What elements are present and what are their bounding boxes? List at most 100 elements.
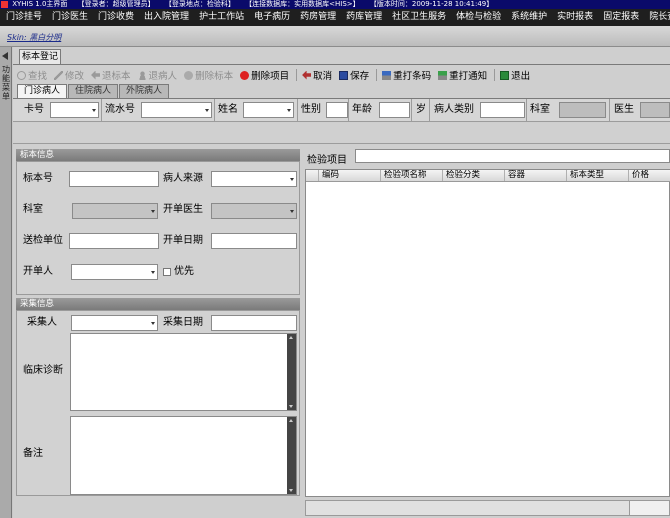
search-button[interactable]: 查找 [17, 68, 47, 82]
delete-circle-icon [184, 70, 194, 80]
menu-item-admission[interactable]: 出入院管理 [139, 9, 194, 26]
specimen-no-label: 标本号 [23, 173, 53, 184]
tab-outpatient[interactable]: 门诊病人 [17, 84, 68, 98]
chevron-down-icon [205, 109, 209, 112]
chevron-down-icon [151, 210, 155, 213]
chevron-down-icon [290, 210, 294, 213]
printer-icon [382, 70, 392, 80]
gender-input[interactable] [326, 102, 348, 118]
delete-red-icon [240, 70, 250, 80]
return-arrow-icon [91, 70, 101, 80]
tab-divider [13, 64, 670, 65]
ordering-person-select[interactable] [71, 264, 158, 280]
left-function-strip[interactable]: 功能菜单 [0, 47, 12, 518]
patient-source-select[interactable] [211, 171, 297, 187]
return-patient-button[interactable]: 退病人 [137, 68, 177, 82]
cancel-button[interactable]: 取消 [296, 68, 332, 82]
collector-label: 采集人 [27, 317, 57, 328]
app-icon [1, 1, 8, 8]
dept-input [559, 102, 606, 118]
pencil-icon [54, 70, 64, 80]
grid-footer-total-cell [629, 501, 669, 515]
age-unit-label: 岁 [416, 104, 426, 115]
clinical-diagnosis-textarea[interactable] [70, 333, 297, 411]
tab-specimen-registration[interactable]: 标本登记 [19, 49, 61, 65]
scrollbar[interactable] [287, 334, 296, 410]
skin-label[interactable]: Skin: 黑白分明 [7, 32, 61, 43]
tab-inpatient[interactable]: 住院病人 [68, 84, 119, 98]
exit-button[interactable]: 退出 [494, 68, 530, 82]
menu-bar: 门诊挂号 门诊医生 门诊收费 出入院管理 护士工作站 电子病历 药房管理 药库管… [0, 9, 670, 26]
grid-footer [305, 500, 670, 516]
send-unit-input[interactable] [69, 233, 159, 249]
menu-item-nurse-station[interactable]: 护士工作站 [194, 9, 249, 26]
specimen-info-header: 标本信息 [16, 149, 300, 161]
menu-item-outpatient-registration[interactable]: 门诊挂号 [0, 9, 47, 26]
exit-door-icon [500, 70, 510, 80]
grid-header: 编码 检验项名称 检验分类 容器 标本类型 价格 [306, 170, 670, 182]
menu-item-exam-lab[interactable]: 体检与检验 [451, 9, 506, 26]
grid-col-item-name[interactable]: 检验项名称 [381, 170, 443, 181]
age-label: 年龄 [352, 104, 372, 115]
menu-item-emr[interactable]: 电子病历 [249, 9, 295, 26]
order-date-input[interactable] [211, 233, 297, 249]
dept-label: 科室 [23, 204, 43, 215]
patient-search-row: 卡号 流水号 姓名 性别 年龄 岁 病人类别 科室 医生 [13, 99, 670, 122]
login-user: 【登录者：超级管理员】 [77, 0, 155, 8]
menu-item-drug-store[interactable]: 药库管理 [341, 9, 387, 26]
serial-no-select[interactable] [141, 102, 212, 118]
menu-item-realtime-report[interactable]: 实时报表 [552, 9, 598, 26]
save-button[interactable]: 保存 [339, 68, 369, 82]
grid-col-price[interactable]: 价格 [629, 170, 670, 181]
patient-source-label: 病人来源 [163, 173, 203, 184]
ordering-person-label: 开单人 [23, 266, 53, 277]
collapse-arrow-icon[interactable] [2, 52, 8, 60]
menu-item-community-health[interactable]: 社区卫生服务 [387, 9, 451, 26]
menu-item-pharmacy[interactable]: 药房管理 [295, 9, 341, 26]
menu-item-director-query[interactable]: 院长查询 [644, 9, 670, 26]
patient-type-input[interactable] [480, 102, 525, 118]
doctor-label: 医生 [614, 104, 634, 115]
reprint-notice-button[interactable]: 重打通知 [438, 68, 487, 82]
collect-date-input[interactable] [211, 315, 297, 331]
dept-select [72, 203, 158, 219]
collector-select[interactable] [71, 315, 158, 331]
notice-printer-icon [438, 70, 448, 80]
card-no-select[interactable] [50, 102, 99, 118]
menu-item-outpatient-doctor[interactable]: 门诊医生 [47, 9, 93, 26]
collection-info-panel: 采集人 采集日期 临床诊断 备注 [16, 310, 300, 496]
grid-col-code[interactable]: 编码 [319, 170, 381, 181]
test-items-grid[interactable]: 编码 检验项名称 检验分类 容器 标本类型 价格 [305, 169, 670, 497]
name-label: 姓名 [218, 104, 238, 115]
grid-col-category[interactable]: 检验分类 [443, 170, 505, 181]
grid-col-specimen-type[interactable]: 标本类型 [567, 170, 629, 181]
test-items-input[interactable] [355, 149, 670, 163]
delete-item-button[interactable]: 删除项目 [240, 68, 289, 82]
search-icon [17, 70, 26, 80]
menu-item-system[interactable]: 系统维护 [506, 9, 552, 26]
test-items-label: 检验项目 [307, 155, 347, 166]
name-select[interactable] [243, 102, 294, 118]
send-unit-label: 送检单位 [23, 235, 63, 246]
patient-type-tabs: 门诊病人 住院病人 外院病人 [17, 84, 170, 98]
specimen-no-input[interactable] [69, 171, 159, 187]
login-site: 【登录地点：检验科】 [164, 0, 235, 8]
priority-label: 优先 [174, 266, 194, 277]
remarks-textarea[interactable] [70, 416, 297, 495]
chevron-down-icon [151, 271, 155, 274]
grid-col-container[interactable]: 容器 [505, 170, 567, 181]
delete-sample-button[interactable]: 删除标本 [184, 68, 233, 82]
chevron-down-icon [92, 109, 96, 112]
menu-item-outpatient-billing[interactable]: 门诊收费 [93, 9, 139, 26]
menu-item-fixed-report[interactable]: 固定报表 [598, 9, 644, 26]
priority-checkbox[interactable] [163, 268, 171, 276]
edit-button[interactable]: 修改 [54, 68, 84, 82]
dept-label: 科室 [530, 104, 550, 115]
chevron-down-icon [151, 322, 155, 325]
reprint-barcode-button[interactable]: 重打条码 [376, 68, 431, 82]
person-icon [137, 70, 147, 80]
age-input[interactable] [379, 102, 410, 118]
scrollbar[interactable] [287, 417, 296, 494]
tab-external-patient[interactable]: 外院病人 [119, 84, 170, 98]
return-sample-button[interactable]: 退标本 [91, 68, 131, 82]
